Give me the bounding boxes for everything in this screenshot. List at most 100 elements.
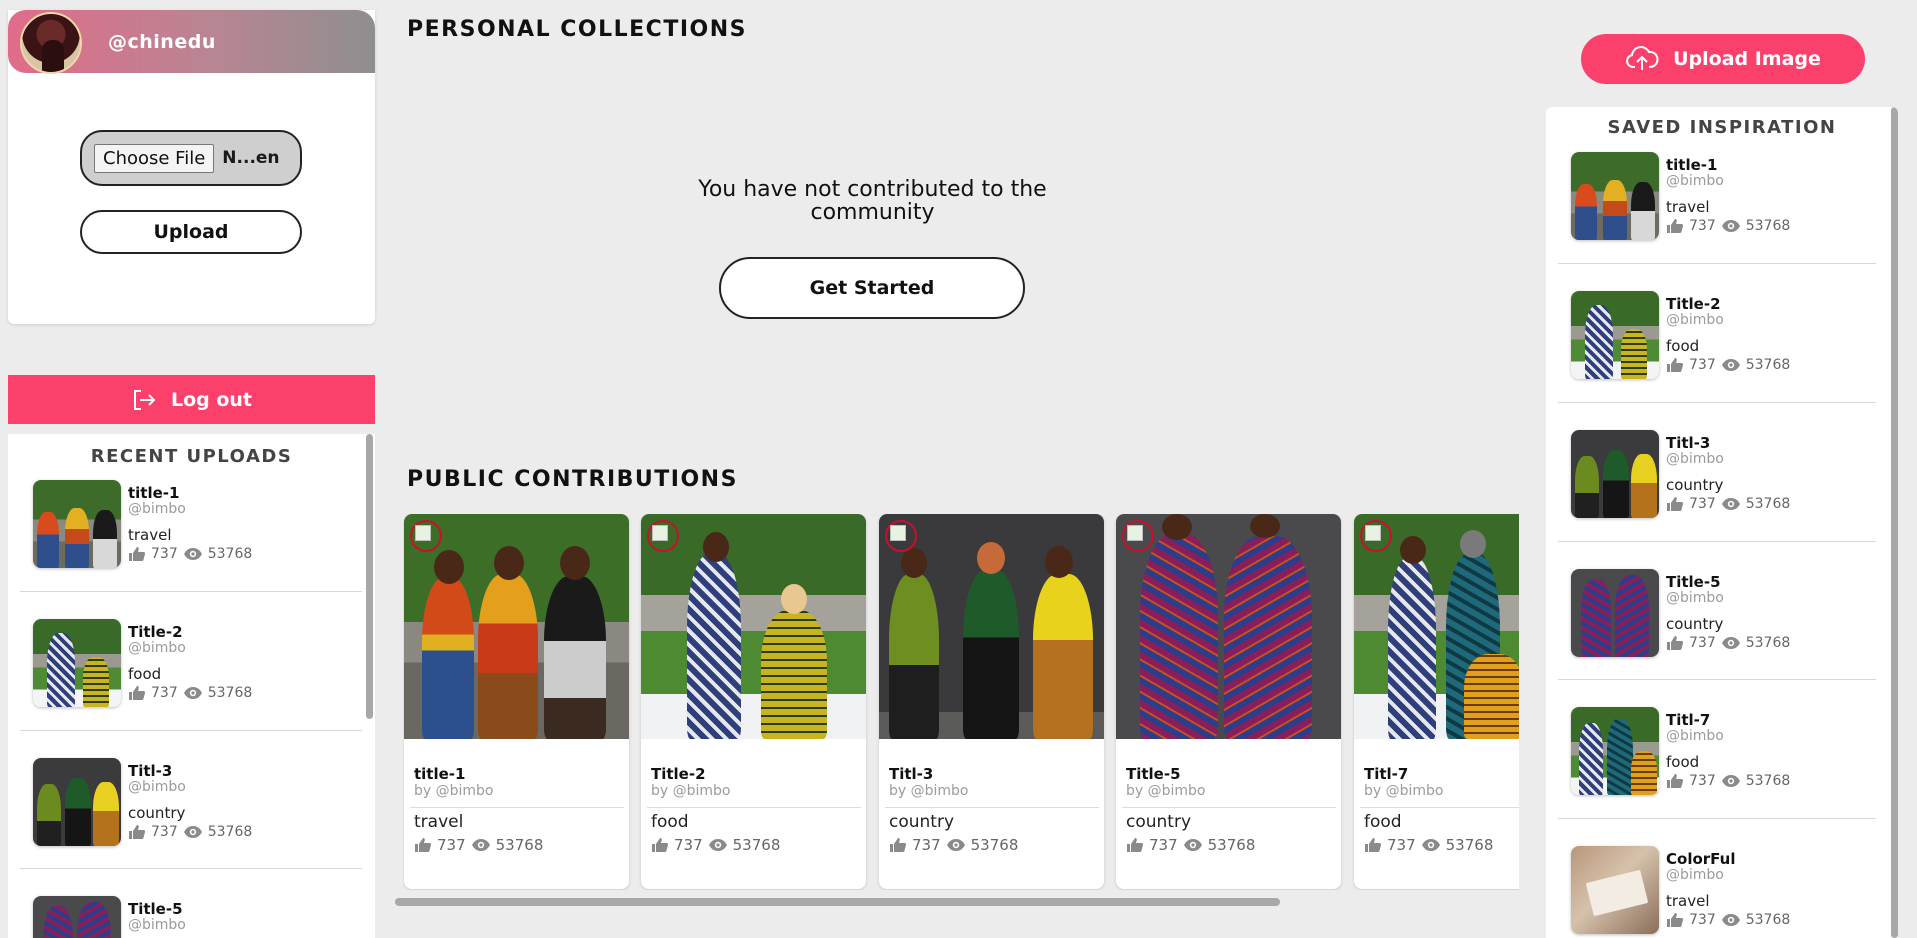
- avatar[interactable]: [20, 12, 82, 74]
- item-title: Title-2: [1666, 295, 1721, 313]
- file-input[interactable]: Choose File N...en: [80, 130, 302, 186]
- thumbs-up-icon[interactable]: [1666, 357, 1684, 373]
- thumbs-up-icon[interactable]: [1666, 218, 1684, 234]
- thumbs-up-icon[interactable]: [1666, 496, 1684, 512]
- view-count: 53768: [495, 836, 544, 854]
- thumbs-up-icon[interactable]: [889, 837, 907, 853]
- broken-image-icon: [410, 520, 442, 552]
- item-title: Titl-7: [1666, 711, 1711, 729]
- list-item[interactable]: title-1 @bimbo travel 737 53768: [1571, 152, 1790, 240]
- thumbs-up-icon[interactable]: [128, 824, 146, 840]
- card-author: by @bimbo: [889, 783, 969, 799]
- view-count: 53768: [1207, 836, 1256, 854]
- card-author: by @bimbo: [1126, 783, 1206, 799]
- thumbnail: [33, 619, 121, 707]
- item-category: country: [1666, 476, 1724, 494]
- card-image: [641, 514, 866, 739]
- card-stats: 737 53768: [1364, 836, 1519, 854]
- saved-scrollbar[interactable]: [1891, 107, 1898, 938]
- thumbnail: [33, 758, 121, 846]
- logout-icon: [133, 389, 156, 410]
- item-category: travel: [1666, 892, 1710, 910]
- list-item[interactable]: Title-5 @bimbo country 737 53768: [1571, 569, 1790, 657]
- broken-image-icon: [885, 520, 917, 552]
- item-user: @bimbo: [128, 501, 186, 517]
- thumbs-up-icon[interactable]: [1666, 912, 1684, 928]
- eye-icon: [471, 839, 490, 851]
- contribution-card[interactable]: Title-5 by @bimbo country 737 53768: [1116, 514, 1341, 889]
- divider: [647, 807, 861, 808]
- thumbs-up-icon[interactable]: [128, 546, 146, 562]
- logout-label: Log out: [170, 388, 253, 411]
- list-item[interactable]: Title-2 @bimbo food 737 53768: [33, 619, 252, 707]
- thumbs-up-icon[interactable]: [1666, 635, 1684, 651]
- broken-image-icon: [1122, 520, 1154, 552]
- card-stats: 737 53768: [414, 836, 629, 854]
- list-item[interactable]: Title-2 @bimbo food 737 53768: [1571, 291, 1790, 379]
- item-stats: 737 53768: [1666, 635, 1790, 651]
- item-user: @bimbo: [1666, 451, 1724, 467]
- card-author: by @bimbo: [651, 783, 731, 799]
- thumbnail: [1571, 569, 1659, 657]
- item-user: @bimbo: [128, 917, 186, 933]
- thumbs-up-icon[interactable]: [651, 837, 669, 853]
- eye-icon: [1721, 220, 1740, 232]
- like-count: 737: [912, 836, 941, 854]
- card-image: [1116, 514, 1341, 739]
- divider: [1558, 679, 1876, 680]
- thumbs-up-icon[interactable]: [1666, 773, 1684, 789]
- view-count: 53768: [1745, 357, 1791, 373]
- logout-button[interactable]: Log out: [8, 375, 375, 424]
- upload-button[interactable]: Upload: [80, 210, 302, 254]
- divider: [1360, 807, 1519, 808]
- list-item[interactable]: title-1 @bimbo travel 737 53768: [33, 480, 252, 568]
- thumbnail: [33, 480, 121, 568]
- contribution-card[interactable]: Title-2 by @bimbo food 737 53768: [641, 514, 866, 889]
- contribution-card[interactable]: title-1 by @bimbo travel 737 53768: [404, 514, 629, 889]
- public-contributions-heading: PUBLIC CONTRIBUTIONS: [407, 467, 738, 492]
- card-category: food: [1364, 812, 1402, 832]
- item-stats: 737 53768: [1666, 357, 1790, 373]
- card-title: Title-2: [651, 765, 706, 783]
- recent-scrollbar[interactable]: [366, 434, 373, 719]
- card-author: by @bimbo: [1364, 783, 1444, 799]
- upload-image-button[interactable]: Upload Image: [1581, 34, 1865, 84]
- item-user: @bimbo: [1666, 312, 1724, 328]
- thumbnail: [1571, 152, 1659, 240]
- item-stats: 737 53768: [1666, 773, 1790, 789]
- public-contributions-carousel: title-1 by @bimbo travel 737 53768 Title…: [403, 514, 1519, 890]
- like-count: 737: [674, 836, 703, 854]
- get-started-button[interactable]: Get Started: [719, 257, 1025, 319]
- list-item[interactable]: ColorFul @bimbo travel 737 53768: [1571, 846, 1790, 934]
- card-image: [879, 514, 1104, 739]
- thumbs-up-icon[interactable]: [1364, 837, 1382, 853]
- public-carousel-scrollbar[interactable]: [395, 898, 1280, 906]
- item-user: @bimbo: [1666, 728, 1724, 744]
- list-item[interactable]: Title-5 @bimbo: [33, 896, 186, 938]
- thumbs-up-icon[interactable]: [1126, 837, 1144, 853]
- list-item[interactable]: Titl-3 @bimbo country 737 53768: [1571, 430, 1790, 518]
- view-count: 53768: [1745, 218, 1791, 234]
- divider: [885, 807, 1099, 808]
- thumbs-up-icon[interactable]: [128, 685, 146, 701]
- thumbnail: [1571, 291, 1659, 379]
- eye-icon: [946, 839, 965, 851]
- contribution-card[interactable]: Titl-3 by @bimbo country 737 53768: [879, 514, 1104, 889]
- list-item[interactable]: Titl-3 @bimbo country 737 53768: [33, 758, 252, 846]
- item-category: travel: [1666, 198, 1710, 216]
- choose-file-button[interactable]: Choose File: [94, 143, 215, 173]
- card-category: country: [889, 812, 955, 832]
- item-category: food: [1666, 337, 1700, 355]
- thumbs-up-icon[interactable]: [414, 837, 432, 853]
- card-category: country: [1126, 812, 1192, 832]
- eye-icon: [1721, 359, 1740, 371]
- divider: [20, 868, 362, 869]
- contribution-card[interactable]: Titl-7 by @bimbo food 737 53768: [1354, 514, 1519, 889]
- card-stats: 737 53768: [651, 836, 866, 854]
- card-image: [1354, 514, 1519, 739]
- list-item[interactable]: Titl-7 @bimbo food 737 53768: [1571, 707, 1790, 795]
- item-category: food: [1666, 753, 1700, 771]
- divider: [1558, 541, 1876, 542]
- view-count: 53768: [970, 836, 1019, 854]
- item-title: ColorFul: [1666, 850, 1736, 868]
